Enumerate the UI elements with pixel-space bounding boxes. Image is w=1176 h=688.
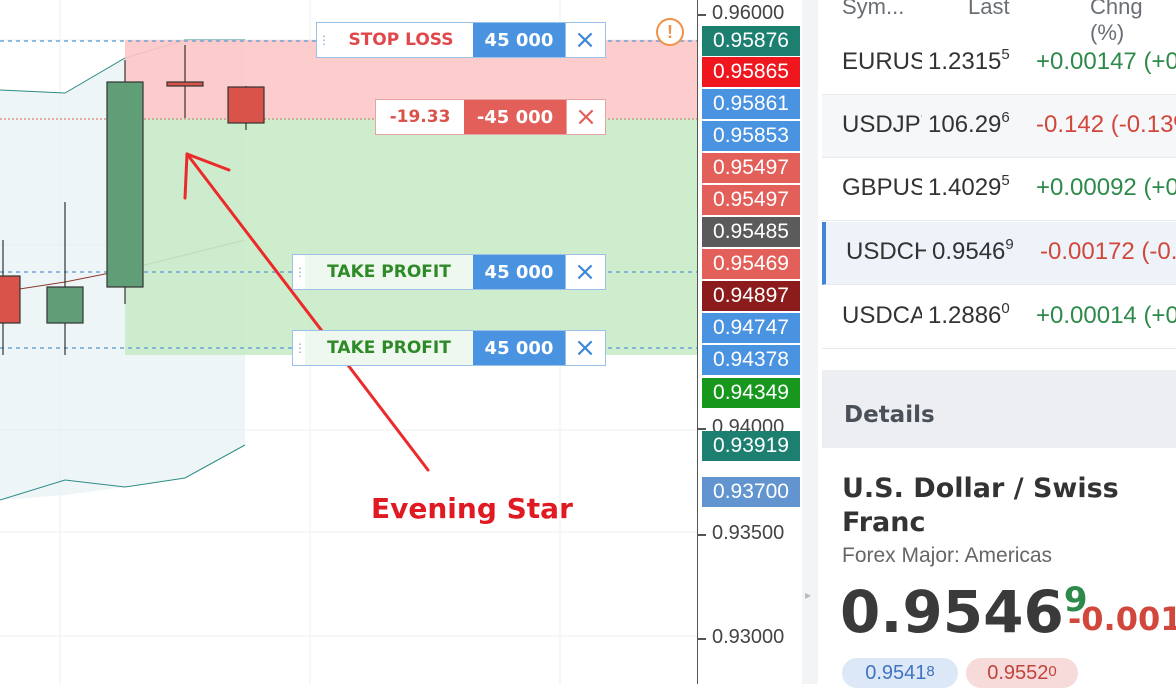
price-label: 0.95865 — [702, 57, 800, 87]
pair-category: Forex Major: Americas — [842, 544, 1053, 567]
row-last: 1.28860 — [928, 300, 1010, 329]
row-symbol: USDCAD — [842, 302, 922, 329]
row-symbol: EURUSD — [842, 48, 922, 75]
price-label: 0.93700 — [702, 477, 800, 507]
panel-gutter[interactable]: ▸ — [802, 0, 818, 684]
take-profit-order-1[interactable]: ⋮ TAKE PROFIT 45 000 × — [292, 254, 606, 290]
position-order[interactable]: -19.33 -45 000 × — [375, 99, 606, 135]
row-change: +0.00092 (+0.07%) — [1036, 174, 1176, 201]
details-header[interactable]: Details — [822, 370, 1176, 448]
row-symbol: USDJPY — [842, 111, 922, 138]
row-change: +0.00147 (+0.12%) — [1036, 48, 1176, 75]
watchlist-row[interactable]: USDCAD 1.28860 +0.00014 (+0.01%) — [822, 286, 1176, 349]
price-label: 0.95853 — [702, 121, 800, 151]
price-label: 0.95497 — [702, 153, 800, 183]
price-label: 0.95485 — [702, 217, 800, 247]
close-icon[interactable]: × — [565, 255, 604, 289]
watchlist-row-selected[interactable]: USDCHF 0.95469 -0.00172 (-0.18%) — [822, 222, 1176, 285]
take-profit-qty: 45 000 — [473, 331, 565, 365]
expand-arrow-icon[interactable]: ▸ — [805, 588, 811, 602]
pair-name: U.S. Dollar / Swiss Franc — [842, 473, 1119, 538]
price-label: 0.93919 — [702, 431, 800, 461]
price-label: 0.95497 — [702, 185, 800, 215]
row-change: -0.00172 (-0.18%) — [1040, 238, 1176, 265]
close-icon[interactable]: × — [566, 100, 605, 134]
row-symbol: GBPUSD — [842, 174, 922, 201]
alert-icon[interactable]: ! — [656, 18, 684, 46]
stop-loss-label: STOP LOSS — [348, 30, 454, 50]
take-profit-label: TAKE PROFIT — [305, 331, 473, 365]
candle — [227, 86, 265, 130]
take-profit-zone — [125, 118, 700, 355]
column-header-symbol[interactable]: Sym... — [842, 0, 904, 20]
candle — [106, 60, 144, 304]
row-symbol: USDCHF — [846, 238, 926, 265]
axis-tick: 0.93000 — [697, 626, 785, 648]
price-label: 0.95469 — [702, 249, 800, 279]
drag-handle-icon[interactable]: ⋮ — [317, 23, 330, 57]
position-qty: -45 000 — [464, 100, 566, 134]
row-last: 1.40295 — [928, 172, 1010, 201]
details-panel: U.S. Dollar / Swiss Franc Forex Major: A… — [822, 448, 1176, 688]
axis-tick: 0.96000 — [697, 2, 785, 24]
details-title: Details — [844, 402, 935, 428]
drag-handle-icon[interactable]: ⋮ — [293, 331, 306, 365]
price-label: 0.94747 — [702, 313, 800, 343]
stop-loss-qty: 45 000 — [473, 23, 565, 57]
position-pl-label: -19.33 — [389, 107, 451, 127]
price-label: 0.94897 — [702, 281, 800, 311]
drag-handle-icon[interactable]: ⋮ — [293, 255, 306, 289]
price-axis[interactable]: 0.96000 0.94000 0.93500 0.93000 0.95876 … — [697, 0, 803, 684]
stop-loss-order[interactable]: ⋮ STOP LOSS 45 000 × — [316, 22, 606, 58]
column-header-last[interactable]: Last — [968, 0, 1010, 20]
price-label: 0.95861 — [702, 89, 800, 119]
axis-tick: 0.93500 — [697, 522, 785, 544]
price-label: 0.94378 — [702, 345, 800, 375]
row-last: 0.95469 — [932, 236, 1014, 265]
evening-star-annotation: Evening Star — [371, 492, 573, 525]
watchlist: Sym... Last Chng (%) EURUSD 1.23155 +0.0… — [818, 0, 1176, 370]
row-change: -0.142 (-0.13%) — [1036, 111, 1176, 138]
take-profit-label: TAKE PROFIT — [305, 255, 473, 289]
chart-area[interactable]: ⋮ STOP LOSS 45 000 × -19.33 -45 000 × ⋮ … — [0, 0, 700, 684]
row-last: 1.23155 — [928, 46, 1010, 75]
price-label: 0.95876 — [702, 26, 800, 56]
last-price: 0.95469 — [840, 578, 1088, 646]
watchlist-row[interactable]: GBPUSD 1.40295 +0.00092 (+0.07%) — [822, 158, 1176, 221]
take-profit-qty: 45 000 — [473, 255, 565, 289]
price-label: 0.94349 — [702, 378, 800, 408]
close-icon[interactable]: × — [565, 331, 604, 365]
close-icon[interactable]: × — [565, 23, 604, 57]
price-change: -0.00172 — [1068, 600, 1176, 638]
row-last: 106.296 — [928, 109, 1010, 138]
row-change: +0.00014 (+0.01%) — [1036, 302, 1176, 329]
watchlist-row[interactable]: EURUSD 1.23155 +0.00147 (+0.12%) — [822, 32, 1176, 95]
take-profit-order-2[interactable]: ⋮ TAKE PROFIT 45 000 × — [292, 330, 606, 366]
watchlist-row[interactable]: USDJPY 106.296 -0.142 (-0.13%) — [822, 95, 1176, 158]
